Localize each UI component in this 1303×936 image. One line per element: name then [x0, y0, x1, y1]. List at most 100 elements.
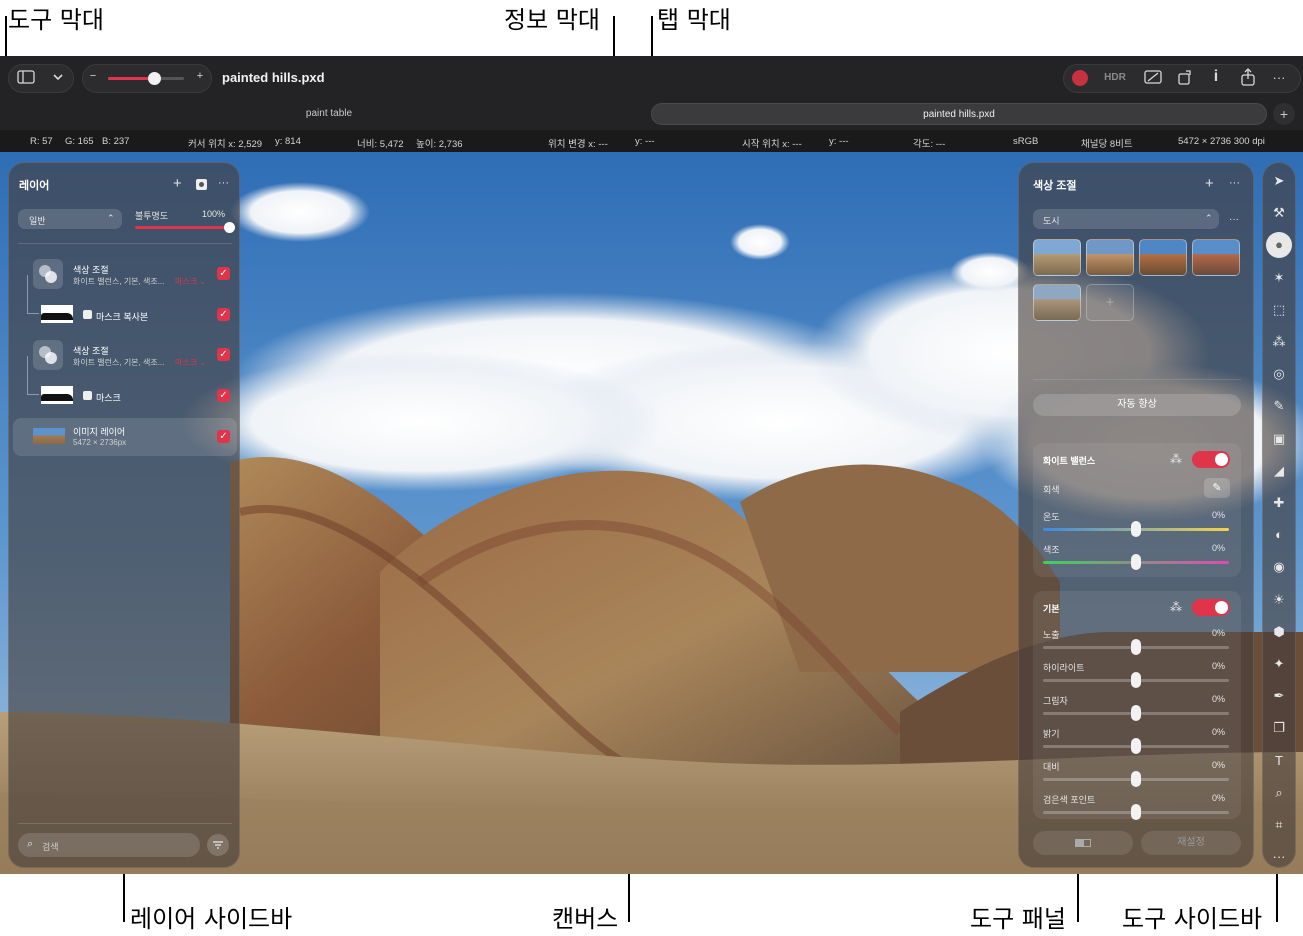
shape-icon[interactable]: ⬢: [1270, 623, 1288, 641]
zoom-icon[interactable]: ⌕: [1270, 784, 1288, 802]
new-tab-button[interactable]: +: [1273, 103, 1295, 125]
preset-thumbnail[interactable]: [1192, 239, 1240, 276]
layer-visibility-checkbox[interactable]: ✓: [217, 430, 230, 443]
info-width: 너비: 5,472: [357, 139, 404, 150]
light-icon[interactable]: ☀: [1270, 591, 1288, 609]
shadows-value: 0%: [1212, 694, 1226, 704]
preset-thumbnail[interactable]: [1086, 239, 1134, 276]
mask-visibility-checkbox[interactable]: ✓: [217, 389, 230, 402]
more-button[interactable]: ···: [1268, 70, 1290, 85]
paint-icon[interactable]: ✎: [1270, 397, 1288, 415]
info-bit-depth: 채널당 8비트: [1081, 139, 1133, 150]
preset-thumbnail[interactable]: [1033, 239, 1081, 276]
shadows-slider-knob[interactable]: [1131, 705, 1141, 721]
layer-item[interactable]: 색상 조절 화이트 밸런스, 기본, 색조... 마스크 ⌄ ✓: [13, 336, 237, 376]
magic-wand-icon[interactable]: ⁂: [1170, 452, 1182, 466]
tab-paint-table[interactable]: paint table: [8, 103, 650, 125]
adjust-divider: [1033, 379, 1241, 380]
add-preset-button[interactable]: +: [1086, 284, 1134, 321]
filter-button[interactable]: [207, 834, 229, 856]
crop-icon[interactable]: ⌗: [1270, 816, 1288, 834]
exposure-value: 0%: [1212, 628, 1226, 638]
zoom-out-button[interactable]: −: [86, 70, 100, 82]
magic-icon[interactable]: ⚒: [1270, 204, 1288, 222]
selection-icon[interactable]: ⬚: [1270, 301, 1288, 319]
highlights-slider-knob[interactable]: [1131, 672, 1141, 688]
arrow-icon[interactable]: ➤: [1270, 172, 1288, 190]
brightness-slider-knob[interactable]: [1131, 738, 1141, 754]
compare-split-button[interactable]: [1033, 831, 1133, 855]
callout-tools-sidebar-line: [1276, 872, 1278, 922]
black-point-slider-knob[interactable]: [1131, 804, 1141, 820]
preset-select[interactable]: [1033, 209, 1219, 229]
mask-icon[interactable]: [196, 179, 207, 190]
share-icon[interactable]: [1239, 68, 1257, 86]
temperature-slider-knob[interactable]: [1131, 521, 1141, 537]
type-icon[interactable]: T: [1270, 752, 1288, 770]
info-button[interactable]: i: [1208, 68, 1224, 86]
magic-wand-icon[interactable]: ⁂: [1170, 600, 1182, 614]
erase-icon[interactable]: ◢: [1270, 462, 1288, 480]
layer-item[interactable]: 색상 조절 화이트 밸런스, 기본, 색조... 마스크 ⌄ ✓: [13, 255, 237, 295]
warp-icon[interactable]: ✦: [1270, 655, 1288, 673]
layer-mask-tag[interactable]: 마스크 ⌄: [175, 276, 206, 287]
chevron-down-icon[interactable]: [50, 70, 66, 86]
compare-icon[interactable]: [1144, 69, 1162, 87]
smart-select-icon[interactable]: ⁂: [1270, 333, 1288, 351]
auto-enhance-button[interactable]: 자동 향상: [1033, 394, 1241, 416]
mask-thumbnail: [41, 386, 73, 404]
image-layer-item[interactable]: 이미지 레이어 5472 × 2736px ✓: [13, 418, 237, 456]
adjust-add-button[interactable]: +: [1205, 175, 1214, 192]
layers-title: 레이어: [19, 180, 50, 192]
zoom-slider[interactable]: [108, 72, 184, 85]
white-balance-toggle[interactable]: [1192, 451, 1230, 468]
layers-shape-icon[interactable]: ❐: [1270, 719, 1288, 737]
basic-toggle[interactable]: [1192, 599, 1230, 616]
pen-icon[interactable]: ✒: [1270, 687, 1288, 705]
exposure-slider-knob[interactable]: [1131, 639, 1141, 655]
zoom-in-button[interactable]: +: [193, 70, 207, 82]
eyedropper-button[interactable]: ✎: [1204, 478, 1230, 498]
layer-mask-tag[interactable]: 마스크 ⌄: [175, 357, 206, 368]
mask-small-icon: [83, 310, 92, 319]
blur-icon[interactable]: ◉: [1270, 558, 1288, 576]
clone-icon[interactable]: ◐: [1270, 526, 1288, 544]
preset-thumbnail[interactable]: [1139, 239, 1187, 276]
contrast-slider-knob[interactable]: [1131, 771, 1141, 787]
more-icon[interactable]: ···: [1270, 848, 1288, 866]
effects-icon[interactable]: ✶: [1270, 269, 1288, 287]
tab-bar: paint table painted hills.pxd +: [0, 100, 1303, 130]
rotate-icon[interactable]: [1176, 69, 1194, 87]
heal-icon[interactable]: ✚: [1270, 494, 1288, 512]
white-balance-section: 화이트 밸런스 ⁂ 회색 ✎ 온도 0% 색조 0%: [1033, 443, 1241, 577]
callout-layers-line: [123, 872, 125, 922]
black-point-label: 검은색 포인트: [1043, 795, 1096, 805]
fill-icon[interactable]: ▣: [1270, 430, 1288, 448]
temperature-label: 온도: [1043, 512, 1060, 522]
opacity-slider-knob[interactable]: [224, 222, 235, 233]
record-icon[interactable]: [1072, 70, 1088, 86]
blend-mode-chevron-icon: ⌃: [107, 213, 115, 223]
tab-painted-hills[interactable]: painted hills.pxd: [651, 103, 1267, 125]
mask-layer-item[interactable]: 마스크 ✓: [13, 384, 237, 408]
callout-tool-panel-line: [1077, 872, 1079, 922]
hdr-button[interactable]: HDR: [1101, 72, 1129, 83]
add-layer-button[interactable]: +: [173, 175, 182, 192]
layers-divider: [18, 243, 232, 244]
reset-button[interactable]: 재설정: [1141, 831, 1241, 855]
preset-thumbnail[interactable]: [1033, 284, 1081, 321]
mask-visibility-checkbox[interactable]: ✓: [217, 308, 230, 321]
opacity-slider[interactable]: [135, 222, 235, 233]
mask-layer-item[interactable]: 마스크 복사본 ✓: [13, 303, 237, 327]
retouch-icon[interactable]: ◎: [1270, 365, 1288, 383]
sidebar-toggle-icon[interactable]: [16, 70, 36, 86]
layers-more-button[interactable]: ···: [218, 177, 229, 189]
adjust-more-button[interactable]: ···: [1229, 177, 1240, 189]
preset-more-button[interactable]: ···: [1229, 214, 1239, 225]
layer-visibility-checkbox[interactable]: ✓: [217, 348, 230, 361]
mask-small-icon: [83, 391, 92, 400]
layer-visibility-checkbox[interactable]: ✓: [217, 267, 230, 280]
tint-slider-knob[interactable]: [1131, 554, 1141, 570]
highlights-value: 0%: [1212, 661, 1226, 671]
zoom-slider-knob[interactable]: [147, 72, 161, 85]
